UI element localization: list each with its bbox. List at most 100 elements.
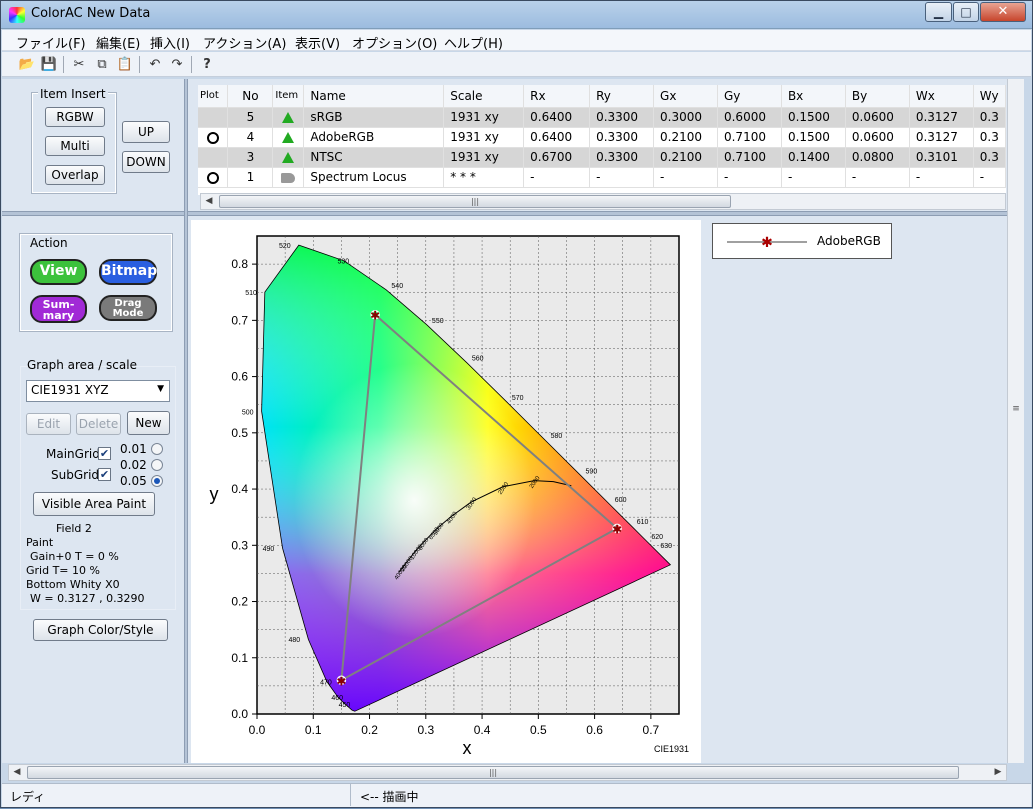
grid-option-3-radio[interactable] (151, 475, 163, 487)
rgb-triangle-icon (282, 132, 295, 143)
gx-cell: 0.2100 (653, 127, 718, 148)
header-gy[interactable]: Gy (717, 85, 782, 108)
header-name[interactable]: Name (303, 85, 445, 108)
toolbar-separator (191, 56, 192, 73)
maximize-button[interactable]: □ (953, 2, 979, 22)
control-panel: Action View Bitmap Sum-mary Drag Mode Gr… (2, 216, 184, 763)
help-icon[interactable]: ? (198, 56, 216, 73)
item-icon-cell (272, 167, 305, 188)
scroll-right-icon[interactable]: ▶ (990, 765, 1006, 780)
overlap-button[interactable]: Overlap (45, 165, 105, 185)
header-gx[interactable]: Gx (653, 85, 718, 108)
scale-select[interactable]: CIE1931 XYZ ▼ (26, 380, 170, 402)
menu-insert[interactable]: 挿入(I) (150, 33, 190, 52)
up-button[interactable]: UP (122, 121, 170, 143)
delete-button[interactable]: Delete (76, 413, 121, 435)
plot-marker-icon[interactable] (206, 171, 219, 184)
header-bx[interactable]: Bx (781, 85, 846, 108)
item-insert-label: Item Insert (38, 87, 108, 101)
open-icon[interactable]: 📂 (18, 56, 36, 73)
close-button[interactable]: ✕ (980, 2, 1026, 22)
table-scroll-thumb[interactable]: ||| (219, 195, 731, 208)
undo-icon[interactable]: ↶ (146, 56, 164, 73)
header-wy[interactable]: Wy (973, 85, 1006, 108)
bottom-info: Bottom Whity X0 (26, 578, 120, 591)
vscroll-grip-icon[interactable]: ≡ (1009, 399, 1023, 419)
maingrid-label: MainGrid (46, 447, 100, 461)
visible-area-paint-button[interactable]: Visible Area Paint (33, 492, 155, 516)
header-no[interactable]: No (227, 85, 274, 108)
plot-cell (198, 107, 229, 128)
table-horizontal-scrollbar[interactable]: ◀ ||| (200, 193, 1006, 210)
header-wx[interactable]: Wx (909, 85, 974, 108)
field-info: Field 2 (56, 522, 92, 535)
main-scroll-thumb[interactable]: ||| (27, 766, 959, 779)
table-row[interactable]: 5 sRGB 1931 xy 0.6400 0.3300 0.3000 0.6000 0.15… (198, 107, 1006, 128)
menu-view[interactable]: 表示(V) (295, 33, 340, 52)
by-cell: 0.0600 (845, 127, 910, 148)
paste-icon[interactable]: 📋 (116, 56, 134, 73)
menu-bar: ファイル(F) 編集(E) 挿入(I) アクション(A) 表示(V) オプション… (2, 30, 1031, 52)
table-row[interactable]: 1 Spectrum Locus * * * - - - - - - - - (198, 167, 1006, 188)
no-cell: 5 (227, 107, 274, 128)
down-button[interactable]: DOWN (122, 151, 170, 173)
header-plot[interactable]: Plot (198, 85, 229, 108)
grid-option-3-label: 0.05 (120, 474, 147, 488)
wy-cell: - (973, 167, 1006, 188)
multi-button[interactable]: Multi (45, 136, 105, 156)
summary-button[interactable]: Sum-mary (30, 295, 87, 323)
status-bar: レディ <-- 描画中 (2, 783, 1031, 807)
header-ry[interactable]: Ry (589, 85, 655, 108)
cut-icon[interactable]: ✂ (70, 56, 88, 73)
header-rx[interactable]: Rx (523, 85, 591, 108)
copy-icon[interactable]: ⧉ (93, 56, 111, 73)
table-row[interactable]: 3 NTSC 1931 xy 0.6700 0.3300 0.2100 0.7100 0.14… (198, 147, 1006, 168)
scroll-left-icon[interactable]: ◀ (9, 765, 25, 780)
rx-cell: 0.6400 (523, 107, 591, 128)
wx-cell: 0.3127 (909, 107, 974, 128)
plot-cell (198, 167, 229, 188)
bitmap-button[interactable]: Bitmap (99, 259, 157, 285)
menu-options[interactable]: オプション(O) (352, 33, 437, 52)
save-icon[interactable]: 💾 (40, 56, 58, 73)
paint-info: Paint (26, 536, 54, 549)
main-vertical-scrollbar[interactable]: ≡ (1007, 79, 1024, 763)
scroll-left-icon[interactable]: ◀ (201, 194, 217, 209)
grid-option-2-radio[interactable] (151, 459, 163, 471)
menu-help[interactable]: ヘルプ(H) (444, 33, 503, 52)
main-horizontal-scrollbar[interactable]: ◀ ||| ▶ (8, 764, 1007, 781)
header-item[interactable]: Item (272, 85, 305, 108)
graph-color-style-button[interactable]: Graph Color/Style (33, 619, 168, 641)
ry-cell: 0.3300 (589, 127, 655, 148)
wy-cell: 0.3 (973, 107, 1006, 128)
menu-file[interactable]: ファイル(F) (16, 33, 86, 52)
status-divider (350, 784, 351, 806)
grid-option-1-radio[interactable] (151, 443, 163, 455)
edit-button[interactable]: Edit (26, 413, 71, 435)
name-cell: NTSC (303, 147, 445, 168)
chevron-down-icon: ▼ (157, 384, 164, 394)
table-row[interactable]: 4 AdobeRGB 1931 xy 0.6400 0.3300 0.2100 0.7100… (198, 127, 1006, 148)
gain-info: Gain+0 T = 0 % (30, 550, 119, 563)
subgrid-checkbox[interactable]: ✔ (98, 468, 111, 481)
no-cell: 4 (227, 127, 274, 148)
minimize-button[interactable]: ▁ (925, 2, 952, 22)
plot-marker-icon[interactable] (206, 131, 219, 144)
header-scale[interactable]: Scale (443, 85, 525, 108)
bx-cell: 0.1400 (781, 147, 846, 168)
graph-area-label: Graph area / scale (27, 358, 137, 372)
maingrid-checkbox[interactable]: ✔ (98, 447, 111, 460)
view-button[interactable]: View (30, 259, 87, 285)
bx-cell: 0.1500 (781, 127, 846, 148)
drag-mode-button[interactable]: Drag Mode (99, 295, 157, 321)
spectrum-locus-icon (281, 172, 296, 183)
table-header-row: Plot No Item Name Scale Rx Ry Gx Gy Bx B… (198, 85, 1006, 108)
menu-action[interactable]: アクション(A) (203, 33, 286, 52)
new-button[interactable]: New (127, 411, 170, 435)
status-drawing-text: <-- 描画中 (360, 790, 419, 804)
redo-icon[interactable]: ↷ (168, 56, 186, 73)
gx-cell: - (653, 167, 718, 188)
header-by[interactable]: By (845, 85, 910, 108)
menu-edit[interactable]: 編集(E) (96, 33, 140, 52)
rgbw-button[interactable]: RGBW (45, 107, 105, 127)
